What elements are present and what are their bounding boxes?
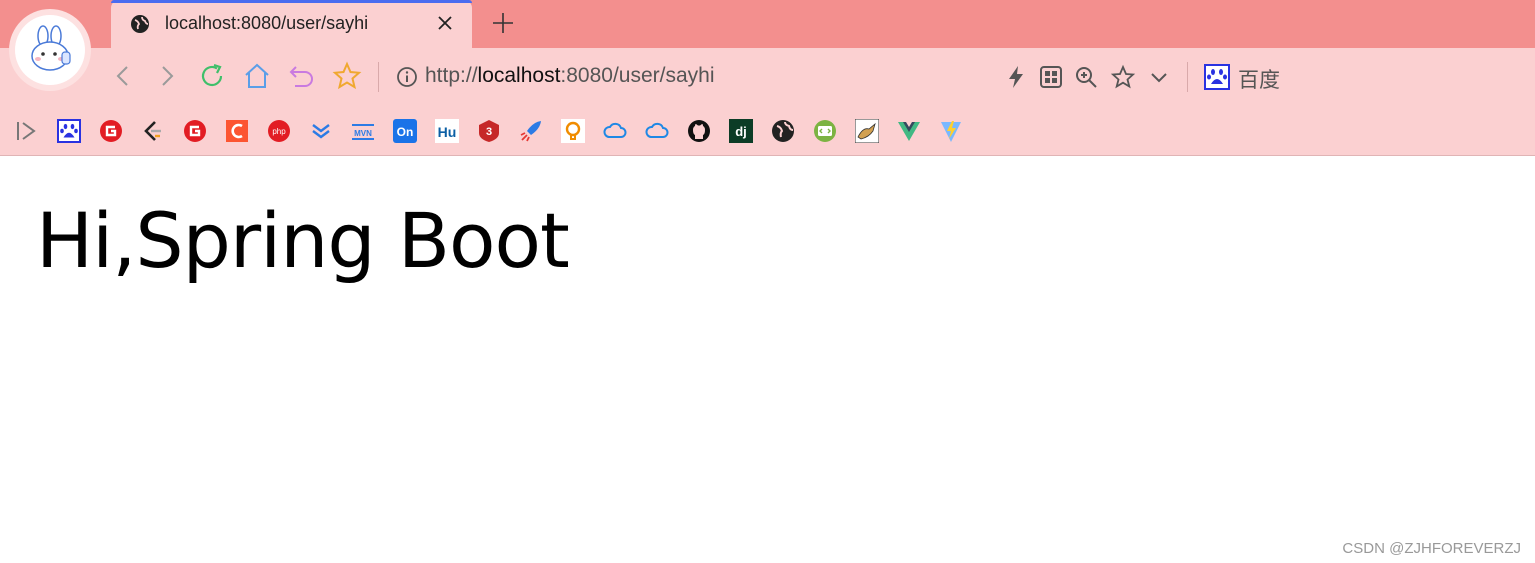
svg-text:3: 3 xyxy=(486,126,492,138)
url-scheme: http:// xyxy=(425,64,478,87)
tab-accent-bar xyxy=(111,0,472,3)
reload-icon[interactable] xyxy=(197,61,227,91)
info-icon[interactable] xyxy=(396,66,418,88)
url-path: :8080/user/sayhi xyxy=(560,64,715,87)
address-bar[interactable]: http://localhost:8080/user/sayhi xyxy=(425,64,715,88)
php-icon[interactable]: php xyxy=(267,119,291,143)
zoom-icon[interactable] xyxy=(1073,64,1099,90)
cloud-icon-2[interactable] xyxy=(645,119,669,143)
chevron-down-icon[interactable] xyxy=(1146,64,1172,90)
star-outline-icon[interactable] xyxy=(1110,64,1136,90)
github-icon[interactable] xyxy=(687,119,711,143)
toolbar-divider xyxy=(378,62,379,92)
close-icon[interactable] xyxy=(436,14,454,32)
shield-3-icon[interactable]: 3 xyxy=(477,119,501,143)
bookmark-expand-icon[interactable] xyxy=(14,119,38,143)
on-icon[interactable]: On xyxy=(393,119,417,143)
new-tab-icon[interactable] xyxy=(490,10,516,36)
vue-icon[interactable] xyxy=(897,119,921,143)
profile-avatar[interactable] xyxy=(9,9,91,91)
tab-active[interactable]: localhost:8080/user/sayhi xyxy=(111,0,472,48)
cloud-icon[interactable] xyxy=(603,119,627,143)
bookmarks-bar: php MVN On Hu 3 dj xyxy=(0,106,1535,156)
chevrons-icon[interactable] xyxy=(309,119,333,143)
lightning-icon[interactable] xyxy=(1003,64,1029,90)
lightbulb-icon[interactable] xyxy=(561,119,585,143)
page-heading: Hi,Spring Boot xyxy=(36,196,570,285)
red-g-icon[interactable] xyxy=(99,119,123,143)
svg-text:dj: dj xyxy=(735,124,747,139)
mvn-icon[interactable]: MVN xyxy=(351,119,375,143)
svg-text:Hu: Hu xyxy=(438,124,457,140)
tab-strip: localhost:8080/user/sayhi xyxy=(0,0,1535,48)
baidu-paw-icon[interactable] xyxy=(57,119,81,143)
tab-title: localhost:8080/user/sayhi xyxy=(165,13,369,33)
dj-icon[interactable]: dj xyxy=(729,119,753,143)
search-engine-label[interactable]: 百度 xyxy=(1238,64,1280,94)
baidu-search-icon[interactable] xyxy=(1204,64,1230,90)
navigation-toolbar: http://localhost:8080/user/sayhi 百度 xyxy=(0,48,1535,106)
code-icon[interactable] xyxy=(813,119,837,143)
home-icon[interactable] xyxy=(242,61,272,91)
qr-code-icon[interactable] xyxy=(1038,64,1064,90)
url-host: localhost xyxy=(477,64,561,87)
undo-icon[interactable] xyxy=(287,61,317,91)
star-favorite-icon[interactable] xyxy=(332,61,362,91)
globe-icon xyxy=(131,15,149,33)
svg-text:MVN: MVN xyxy=(354,129,372,138)
svg-text:On: On xyxy=(397,125,414,139)
globe-bookmark-icon[interactable] xyxy=(771,119,795,143)
watermark: CSDN @ZJHFOREVERZJ xyxy=(1342,540,1521,557)
leetcode-icon[interactable] xyxy=(141,119,165,143)
bunny-icon xyxy=(15,15,85,85)
back-arrow-icon[interactable] xyxy=(108,61,138,91)
tomcat-icon[interactable] xyxy=(855,119,879,143)
csdn-c-icon[interactable] xyxy=(225,119,249,143)
vite-icon[interactable] xyxy=(939,119,963,143)
forward-arrow-icon[interactable] xyxy=(152,61,182,91)
hu-icon[interactable]: Hu xyxy=(435,119,459,143)
red-g-icon-2[interactable] xyxy=(183,119,207,143)
rocket-icon[interactable] xyxy=(519,119,543,143)
toolbar-divider-2 xyxy=(1187,62,1188,92)
svg-text:php: php xyxy=(272,127,286,136)
